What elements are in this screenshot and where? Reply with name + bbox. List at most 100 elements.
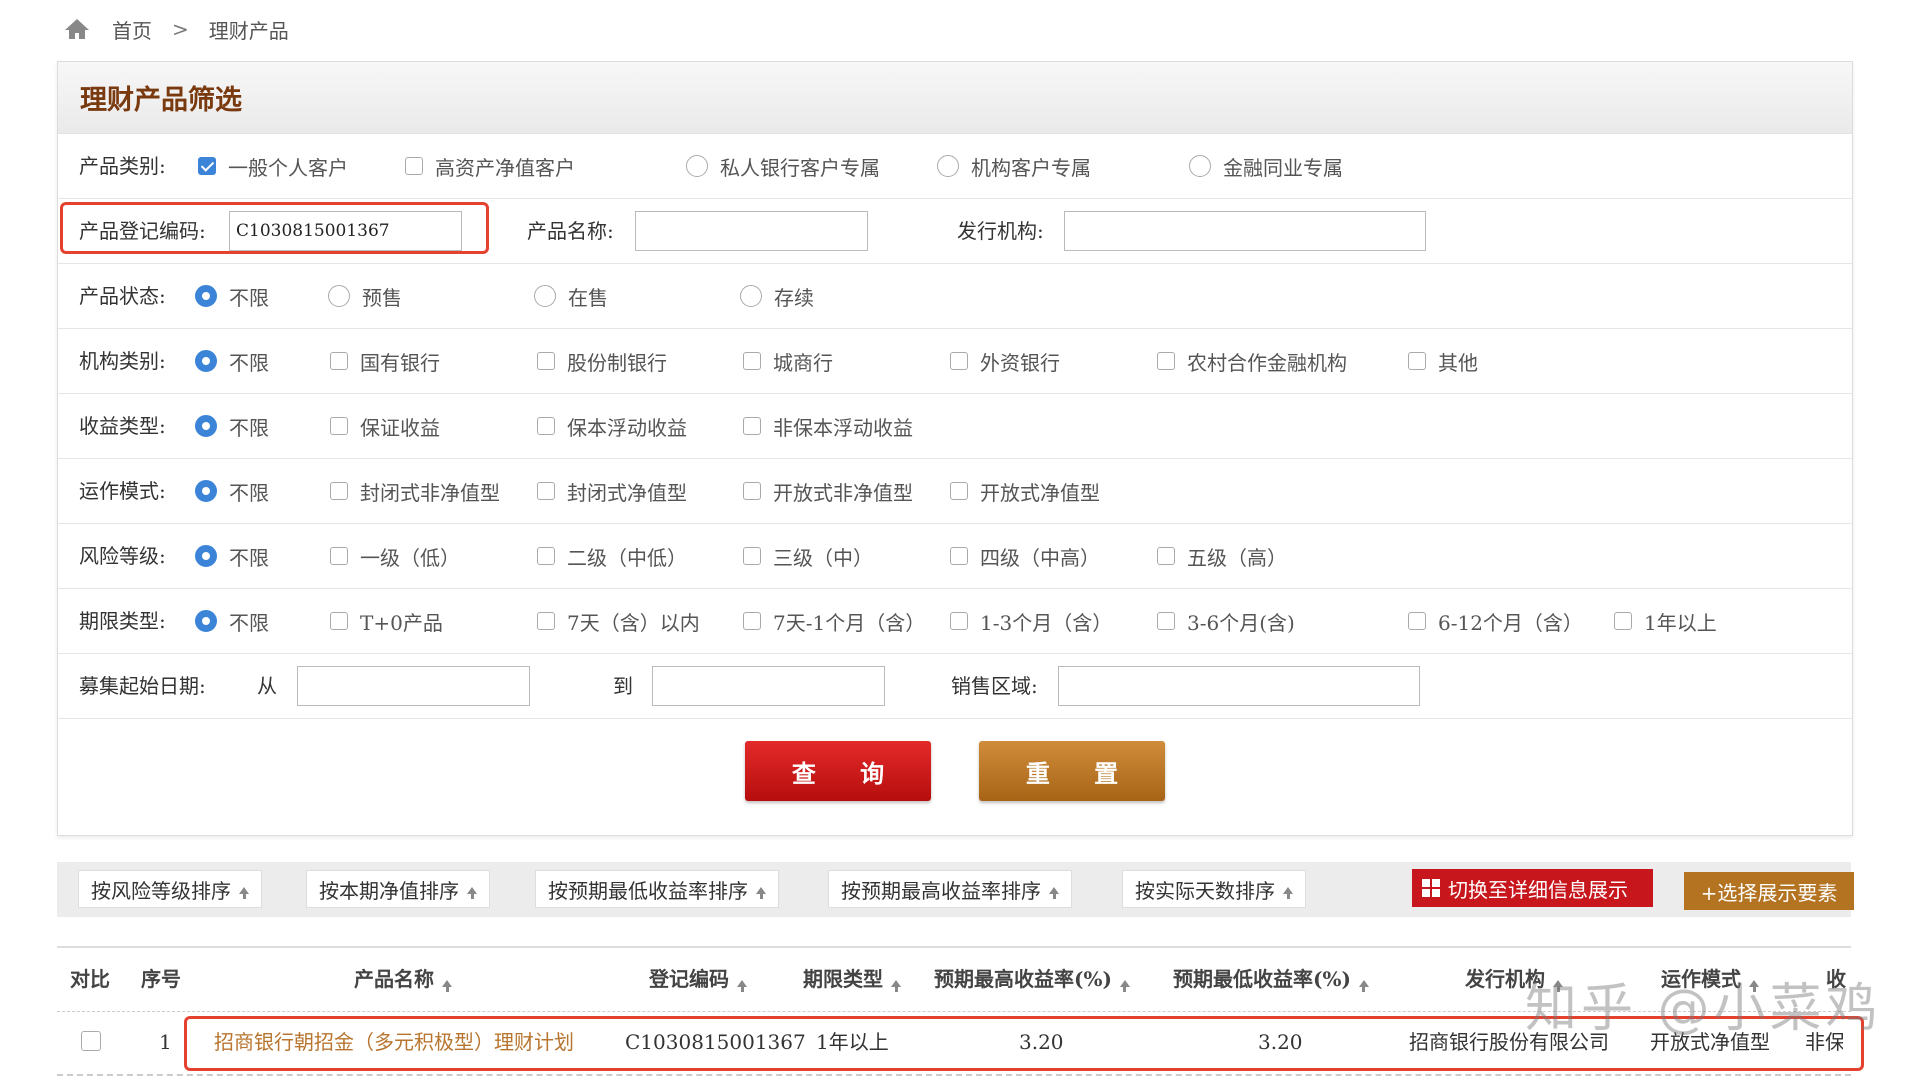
radio-icon[interactable] — [937, 155, 959, 177]
checkbox-icon[interactable] — [537, 482, 555, 500]
radio-icon[interactable] — [195, 285, 217, 307]
checkbox-icon[interactable] — [81, 1031, 101, 1051]
compare-checkbox[interactable] — [81, 1031, 113, 1056]
checkbox-icon[interactable] — [1157, 352, 1175, 370]
status-option-presale[interactable]: 预售 — [328, 264, 402, 328]
category-option-general[interactable]: 一般个人客户 — [198, 134, 348, 198]
yield-option-nonprincipal-float[interactable]: 非保本浮动收益 — [743, 394, 913, 458]
th-term[interactable]: 期限类型 — [803, 948, 901, 1011]
switch-detail-view-button[interactable]: 切换至详细信息展示 — [1412, 869, 1653, 907]
checkbox-icon[interactable] — [950, 547, 968, 565]
mode-option-open-nonnav[interactable]: 开放式非净值型 — [743, 459, 913, 523]
checkbox-icon[interactable] — [950, 482, 968, 500]
checkbox-icon[interactable] — [330, 417, 348, 435]
mode-option-any[interactable]: 不限 — [195, 459, 269, 523]
term-option-1-3m[interactable]: 1-3个月（含） — [950, 589, 1112, 653]
date-to-input[interactable] — [652, 666, 885, 706]
risk-option-level4[interactable]: 四级（中高） — [950, 524, 1100, 588]
category-option-institution[interactable]: 机构客户专属 — [937, 134, 1091, 198]
risk-option-level1[interactable]: 一级（低） — [330, 524, 460, 588]
risk-option-any[interactable]: 不限 — [195, 524, 269, 588]
term-option-1y-plus[interactable]: 1年以上 — [1614, 589, 1717, 653]
category-option-high-asset[interactable]: 高资产净值客户 — [405, 134, 575, 198]
issuer-input[interactable] — [1064, 211, 1426, 251]
query-button[interactable]: 查 询 — [745, 741, 931, 801]
org-option-state-bank[interactable]: 国有银行 — [330, 329, 440, 393]
category-option-private-bank[interactable]: 私人银行客户专属 — [686, 134, 880, 198]
th-max-yield[interactable]: 预期最高收益率(%) — [934, 948, 1130, 1011]
th-min-yield[interactable]: 预期最低收益率(%) — [1173, 948, 1369, 1011]
radio-icon[interactable] — [195, 480, 217, 502]
checkbox-icon[interactable] — [330, 352, 348, 370]
checkbox-icon[interactable] — [537, 417, 555, 435]
org-option-other[interactable]: 其他 — [1408, 329, 1478, 393]
home-icon[interactable] — [64, 17, 90, 41]
checkbox-icon[interactable] — [330, 482, 348, 500]
checkbox-icon[interactable] — [950, 352, 968, 370]
risk-option-level3[interactable]: 三级（中） — [743, 524, 873, 588]
checkbox-icon[interactable] — [1157, 547, 1175, 565]
risk-option-level2[interactable]: 二级（中低） — [537, 524, 687, 588]
status-option-onsale[interactable]: 在售 — [534, 264, 608, 328]
sort-by-min-yield-button[interactable]: 按预期最低收益率排序 — [535, 870, 779, 908]
checkbox-icon[interactable] — [1408, 352, 1426, 370]
term-option-3-6m[interactable]: 3-6个月(含) — [1157, 589, 1295, 653]
checkbox-icon[interactable] — [743, 547, 761, 565]
radio-icon[interactable] — [195, 610, 217, 632]
checkbox-icon[interactable] — [743, 612, 761, 630]
mode-option-closed-nav[interactable]: 封闭式净值型 — [537, 459, 687, 523]
mode-option-closed-nonnav[interactable]: 封闭式非净值型 — [330, 459, 500, 523]
risk-option-level5[interactable]: 五级（高） — [1157, 524, 1287, 588]
org-option-any[interactable]: 不限 — [195, 329, 269, 393]
term-option-any[interactable]: 不限 — [195, 589, 269, 653]
checkbox-icon[interactable] — [330, 612, 348, 630]
checkbox-icon[interactable] — [1408, 612, 1426, 630]
radio-icon[interactable] — [195, 415, 217, 437]
category-option-interbank[interactable]: 金融同业专属 — [1189, 134, 1343, 198]
radio-icon[interactable] — [686, 155, 708, 177]
reset-button[interactable]: 重 置 — [979, 741, 1165, 801]
org-option-rural[interactable]: 农村合作金融机构 — [1157, 329, 1347, 393]
yield-option-guaranteed[interactable]: 保证收益 — [330, 394, 440, 458]
term-option-6-12m[interactable]: 6-12个月（含） — [1408, 589, 1583, 653]
term-option-7d-1m[interactable]: 7天-1个月（含） — [743, 589, 925, 653]
checkbox-icon[interactable] — [405, 157, 423, 175]
checkbox-icon[interactable] — [1614, 612, 1632, 630]
checkbox-icon[interactable] — [743, 482, 761, 500]
th-product-name[interactable]: 产品名称 — [354, 948, 452, 1011]
th-reg-code[interactable]: 登记编码 — [649, 948, 747, 1011]
sort-by-risk-button[interactable]: 按风险等级排序 — [78, 870, 262, 908]
term-option-t0[interactable]: T+0产品 — [330, 589, 443, 653]
checkbox-icon[interactable] — [198, 157, 216, 175]
sort-by-max-yield-button[interactable]: 按预期最高收益率排序 — [828, 870, 1072, 908]
org-option-city[interactable]: 城商行 — [743, 329, 833, 393]
checkbox-icon[interactable] — [743, 352, 761, 370]
checkbox-icon[interactable] — [950, 612, 968, 630]
yield-option-principal-float[interactable]: 保本浮动收益 — [537, 394, 687, 458]
select-display-fields-button[interactable]: +选择展示要素 — [1684, 872, 1854, 910]
date-from-input[interactable] — [297, 666, 530, 706]
radio-icon[interactable] — [534, 285, 556, 307]
yield-option-any[interactable]: 不限 — [195, 394, 269, 458]
checkbox-icon[interactable] — [330, 547, 348, 565]
radio-icon[interactable] — [328, 285, 350, 307]
product-name-input[interactable] — [635, 211, 868, 251]
sort-by-nav-button[interactable]: 按本期净值排序 — [306, 870, 490, 908]
status-option-any[interactable]: 不限 — [195, 264, 269, 328]
org-option-joint-stock[interactable]: 股份制银行 — [537, 329, 667, 393]
sort-by-days-button[interactable]: 按实际天数排序 — [1122, 870, 1306, 908]
radio-icon[interactable] — [195, 545, 217, 567]
radio-icon[interactable] — [740, 285, 762, 307]
org-option-foreign[interactable]: 外资银行 — [950, 329, 1060, 393]
mode-option-open-nav[interactable]: 开放式净值型 — [950, 459, 1100, 523]
radio-icon[interactable] — [195, 350, 217, 372]
checkbox-icon[interactable] — [537, 547, 555, 565]
checkbox-icon[interactable] — [1157, 612, 1175, 630]
region-input[interactable] — [1058, 666, 1420, 706]
term-option-7d[interactable]: 7天（含）以内 — [537, 589, 700, 653]
status-option-existing[interactable]: 存续 — [740, 264, 814, 328]
checkbox-icon[interactable] — [537, 352, 555, 370]
checkbox-icon[interactable] — [743, 417, 761, 435]
checkbox-icon[interactable] — [537, 612, 555, 630]
radio-icon[interactable] — [1189, 155, 1211, 177]
